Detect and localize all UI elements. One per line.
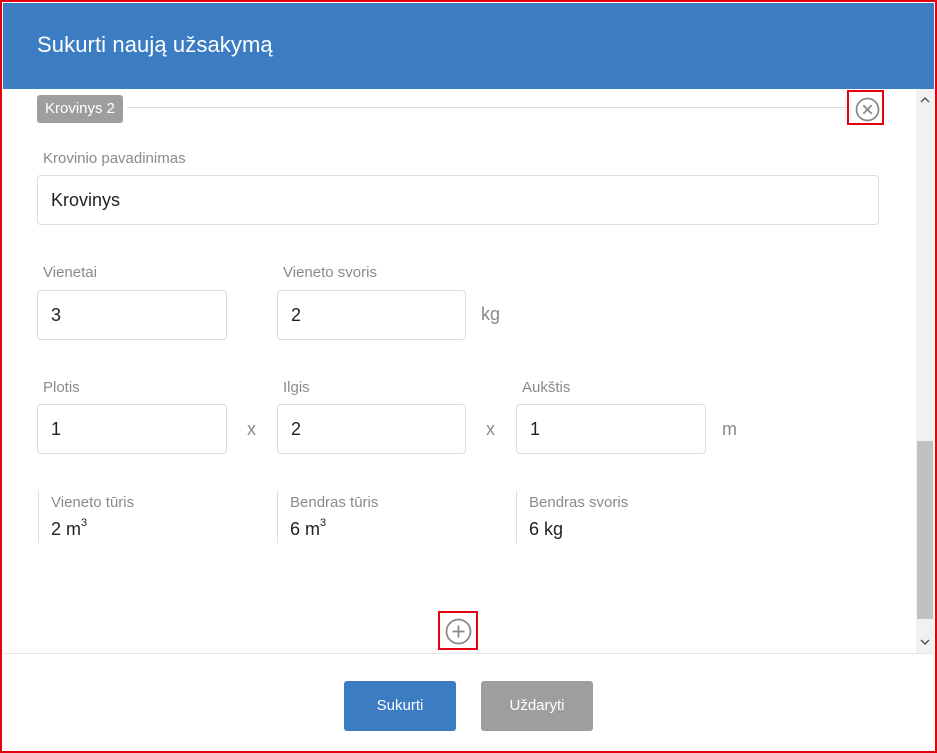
unit-volume-label: Vieneto tūris [51, 494, 135, 511]
unit-weight-input[interactable]: 2 [277, 290, 466, 340]
height-input[interactable]: 1 [516, 404, 706, 454]
modal-footer: Sukurti Uždaryti [3, 653, 934, 750]
weight-unit: kg [481, 304, 501, 324]
close-button[interactable]: Uždaryti [481, 681, 593, 731]
close-circle-icon [855, 97, 880, 122]
scrollbar[interactable] [916, 89, 934, 653]
multiply-sign: x [247, 419, 256, 439]
length-input[interactable]: 2 [277, 404, 466, 454]
total-volume-stat: Bendras tūris 6 m3 [277, 491, 378, 543]
units-input[interactable]: 3 [37, 290, 227, 340]
total-volume-value: 6 m3 [290, 517, 327, 539]
modal-title: Sukurti naują užsakymą [37, 32, 273, 57]
create-button[interactable]: Sukurti [344, 681, 456, 731]
plus-circle-icon [445, 618, 472, 645]
cargo-name-label: Krovinio pavadinimas [43, 150, 186, 167]
scrollbar-thumb[interactable] [917, 441, 933, 619]
add-cargo-button[interactable] [438, 611, 478, 650]
cargo-name-input[interactable]: Krovinys [37, 175, 879, 225]
total-weight-stat: Bendras svoris 6 kg [516, 491, 628, 543]
multiply-sign: x [486, 419, 495, 439]
total-weight-value: 6 kg [529, 519, 564, 539]
total-weight-label: Bendras svoris [529, 494, 629, 511]
unit-volume-value: 2 m3 [51, 517, 88, 539]
modal-header: Sukurti naują užsakymą [3, 3, 934, 89]
remove-cargo-button[interactable] [847, 90, 884, 125]
total-volume-label: Bendras tūris [290, 494, 379, 511]
unit-weight-label: Vieneto svoris [283, 264, 377, 281]
length-label: Ilgis [283, 379, 310, 396]
scroll-down-arrow-icon[interactable] [919, 637, 931, 647]
modal-body: Krovinys 2 Krovinio pavadinimas Krovinys… [3, 89, 916, 653]
width-label: Plotis [43, 379, 80, 396]
cargo-section-badge: Krovinys 2 [37, 95, 124, 123]
section-divider [127, 107, 847, 108]
scroll-up-arrow-icon[interactable] [919, 95, 931, 105]
unit-volume-stat: Vieneto tūris 2 m3 [38, 491, 134, 543]
dimension-unit: m [722, 419, 737, 439]
width-input[interactable]: 1 [37, 404, 227, 454]
height-label: Aukštis [522, 379, 571, 396]
units-label: Vienetai [43, 264, 97, 281]
